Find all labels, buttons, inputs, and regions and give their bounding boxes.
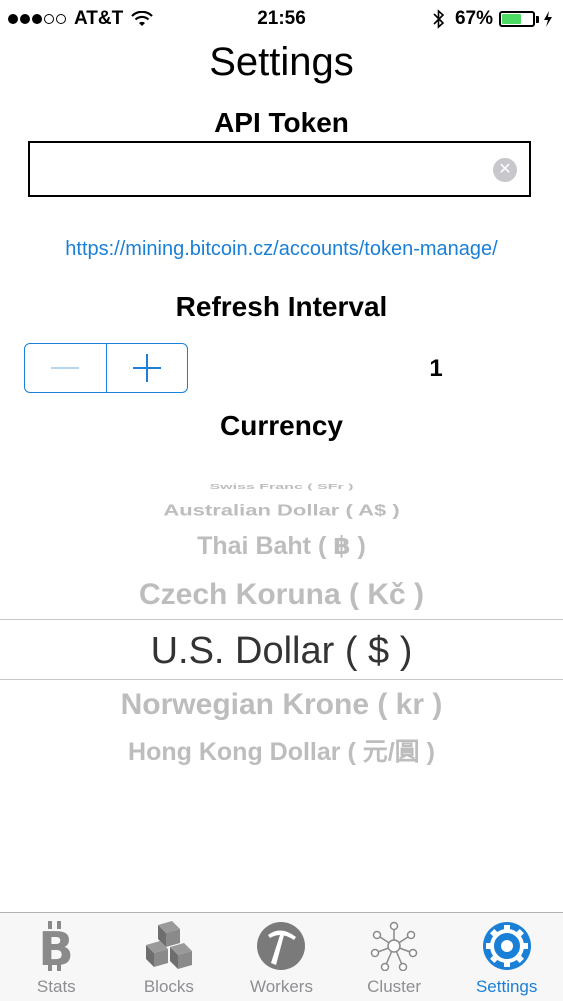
- picker-selection-bottom-line: [0, 679, 563, 680]
- clear-text-icon[interactable]: ✕: [493, 158, 517, 182]
- refresh-interval-label: Refresh Interval: [175, 291, 388, 322]
- picker-option[interactable]: Thai Baht ( ฿ ): [0, 530, 563, 562]
- tab-label: Workers: [249, 977, 313, 996]
- picker-option[interactable]: Hong Kong Dollar ( 元/圓 ): [0, 736, 563, 768]
- api-token-input[interactable]: [30, 143, 529, 195]
- tab-stats[interactable]: B Stats: [0, 913, 113, 1001]
- currency-label: Currency: [220, 410, 343, 441]
- pickaxe-icon: [257, 922, 306, 970]
- battery-percent: 67%: [454, 8, 493, 29]
- gear-icon: [482, 922, 531, 970]
- bitcoin-icon: B: [39, 921, 74, 971]
- increment-button[interactable]: [107, 344, 188, 392]
- minus-icon: [51, 367, 80, 369]
- api-token-field[interactable]: ✕: [28, 141, 531, 197]
- decrement-button[interactable]: [25, 344, 107, 392]
- tab-blocks[interactable]: Blocks: [113, 913, 226, 1001]
- tab-cluster[interactable]: Cluster: [338, 913, 451, 1001]
- refresh-interval-stepper[interactable]: [24, 343, 188, 393]
- currency-picker[interactable]: Swiss Franc ( SFr ) Australian Dollar ( …: [0, 480, 563, 780]
- api-token-label: API Token: [214, 107, 349, 138]
- token-manage-link[interactable]: https://mining.bitcoin.cz/accounts/token…: [0, 238, 563, 261]
- tab-label: Settings: [475, 977, 538, 996]
- picker-option-selected[interactable]: U.S. Dollar ( $ ): [0, 628, 563, 674]
- picker-option[interactable]: Norwegian Krone ( kr ): [0, 686, 563, 724]
- bluetooth-icon: [433, 9, 445, 29]
- tab-label: Stats: [36, 977, 76, 996]
- tab-bar: B Stats Blocks Workers Cluster Settings: [0, 912, 563, 1001]
- plus-icon: [132, 354, 161, 382]
- tab-workers[interactable]: Workers: [225, 913, 338, 1001]
- charging-bolt-icon: [544, 11, 552, 27]
- picker-selection-top-line: [0, 619, 563, 620]
- cluster-icon: [370, 921, 418, 971]
- tab-settings[interactable]: Settings: [450, 913, 563, 1001]
- tab-label: Blocks: [143, 977, 194, 996]
- picker-option[interactable]: Australian Dollar ( A$ ): [0, 502, 563, 519]
- picker-option[interactable]: Czech Koruna ( Kč ): [0, 576, 563, 614]
- picker-option[interactable]: Swiss Franc ( SFr ): [0, 482, 563, 492]
- blocks-icon: [145, 921, 192, 969]
- tab-label: Cluster: [367, 977, 421, 996]
- svg-text:B: B: [39, 922, 74, 971]
- status-bar: AT&T 21:56 67%: [0, 0, 563, 40]
- refresh-interval-value: 1: [429, 355, 443, 382]
- page-title: Settings: [209, 40, 354, 84]
- status-right: 67%: [433, 8, 553, 30]
- battery-icon: [499, 11, 535, 27]
